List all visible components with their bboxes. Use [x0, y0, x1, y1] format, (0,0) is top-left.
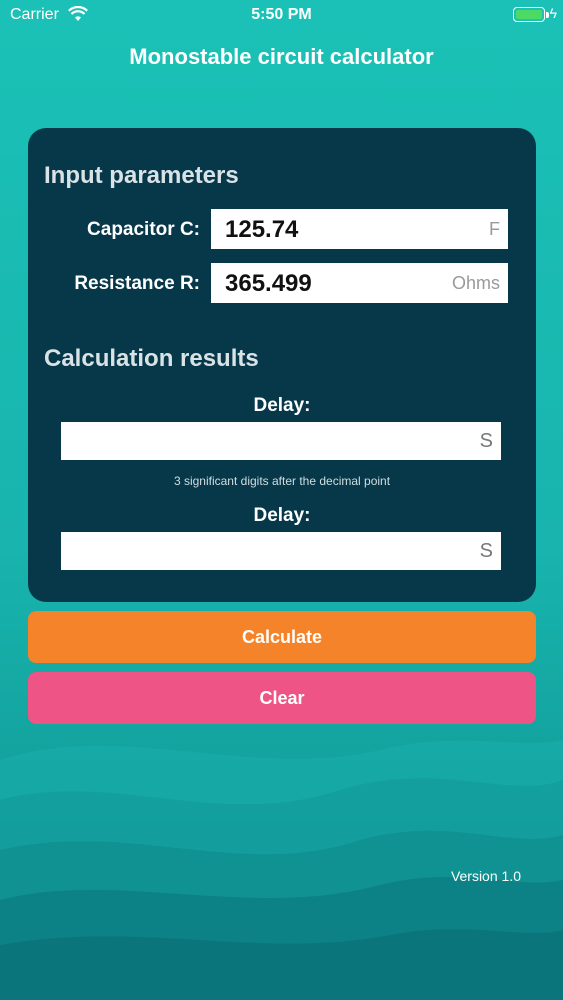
resistance-unit: Ohms	[451, 273, 500, 293]
capacitor-unit: F	[489, 219, 500, 239]
calculator-card: Input parameters Capacitor C: 125.74 F R…	[28, 128, 536, 602]
capacitor-label: Capacitor C:	[87, 219, 200, 240]
delay-output-1[interactable]: S	[61, 422, 501, 460]
results-section-title: Calculation results	[44, 345, 259, 372]
calculate-button[interactable]: Calculate	[28, 611, 536, 663]
delay-label-2: Delay:	[253, 505, 311, 526]
resistance-input[interactable]: 365.499 Ohms	[211, 263, 508, 303]
input-section-title: Input parameters	[44, 162, 239, 189]
delay-label-1: Delay:	[253, 395, 311, 416]
delay-output-2[interactable]: S	[61, 532, 501, 570]
app-title: Monostable circuit calculator	[129, 44, 434, 69]
resistance-label: Resistance R:	[74, 273, 200, 294]
background-waves	[0, 740, 563, 1000]
version-label: Version 1.0	[450, 868, 521, 884]
status-time: 5:50 PM	[251, 6, 312, 23]
resistance-value: 365.499	[225, 270, 312, 297]
capacitor-value: 125.74	[225, 216, 299, 243]
delay-unit-2: S	[479, 540, 493, 562]
charging-icon: ϟ	[549, 5, 557, 21]
battery-icon	[513, 7, 549, 22]
clear-button[interactable]: Clear	[28, 672, 536, 724]
capacitor-input[interactable]: 125.74 F	[211, 209, 508, 249]
status-bar: Carrier 5:50 PM ϟ	[0, 0, 563, 30]
precision-hint: 3 significant digits after the decimal p…	[173, 474, 391, 488]
delay-unit-1: S	[479, 430, 493, 452]
